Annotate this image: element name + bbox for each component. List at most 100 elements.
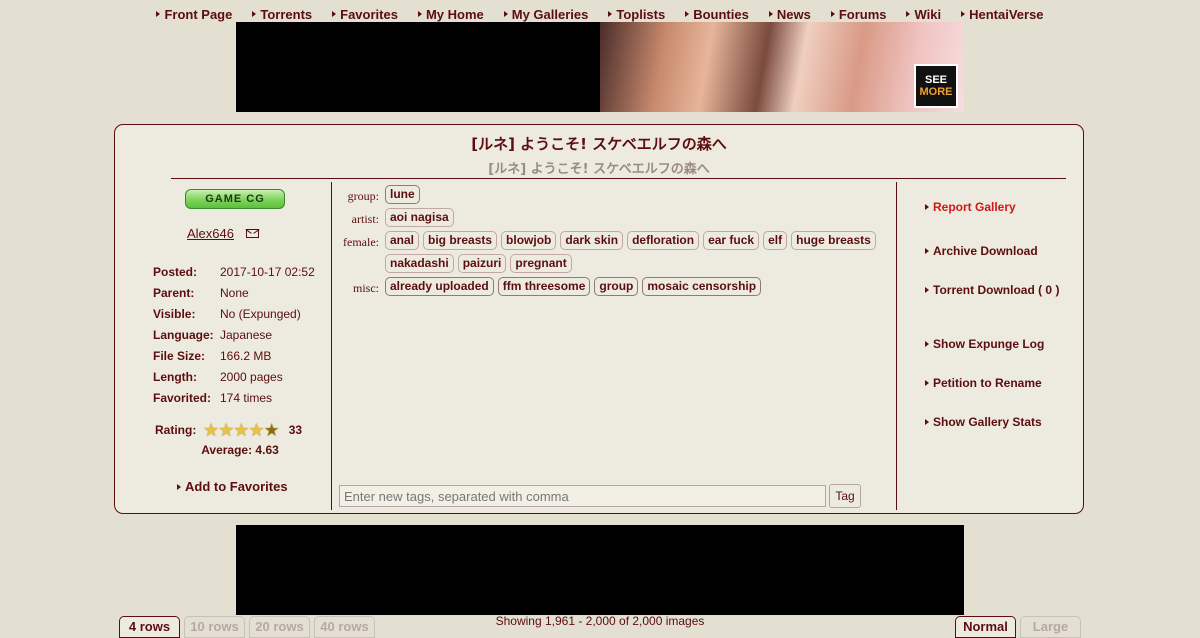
nav-label: Wiki — [914, 6, 942, 22]
tag-item[interactable]: mosaic censorship — [642, 277, 762, 296]
meta-key: Posted: — [153, 264, 198, 279]
rating-count: 33 — [288, 423, 303, 437]
triangle-right-icon — [608, 11, 613, 17]
tag-item[interactable]: lune — [385, 185, 420, 204]
nav-label: Front Page — [164, 6, 233, 22]
tag-items: lune — [385, 185, 885, 204]
title-divider — [171, 178, 1066, 179]
star-icon[interactable]: ★ — [233, 421, 249, 439]
gallery-panel: [ルネ] ようこそ! スケベエルフの森へ [ルネ] ようこそ! スケベエルフの森… — [114, 124, 1084, 514]
meta-value: 2017-10-17 02:52 — [220, 264, 315, 279]
archive-download-link[interactable]: Archive Download — [925, 244, 1038, 258]
meta-value: None — [220, 285, 249, 300]
ad-image — [600, 22, 964, 112]
thumb-large-button[interactable]: Large — [1020, 616, 1081, 638]
tag-item[interactable]: dark skin — [560, 231, 624, 250]
nav-label: Toplists — [616, 6, 666, 22]
ad-banner-top[interactable]: SEE MORE — [236, 22, 964, 112]
column-divider-right — [896, 182, 897, 510]
tag-list: group: lune artist: aoi nagisa female: anal bi… — [337, 185, 897, 300]
report-gallery-link[interactable]: Report Gallery — [925, 200, 1016, 214]
tag-item[interactable]: elf — [763, 231, 788, 250]
nav-bounties[interactable]: Bounties — [685, 7, 749, 22]
add-to-favorites-label: Add to Favorites — [185, 479, 288, 494]
triangle-right-icon — [830, 11, 835, 17]
nav-label: Forums — [838, 6, 887, 22]
nav-my-galleries[interactable]: My Galleries — [503, 7, 588, 22]
action-label: Show Expunge Log — [933, 337, 1045, 351]
tag-items: aoi nagisa — [385, 208, 885, 227]
nav-toplists[interactable]: Toplists — [608, 7, 665, 22]
category-badge[interactable]: GAME CG — [185, 189, 285, 209]
tag-item[interactable]: anal — [385, 231, 420, 250]
tag-item[interactable]: ear fuck — [703, 231, 760, 250]
envelope-icon[interactable] — [245, 229, 259, 238]
star-icon[interactable]: ★ — [264, 421, 280, 439]
star-icon[interactable]: ★ — [248, 421, 264, 439]
see-more-badge[interactable]: SEE MORE — [914, 64, 958, 108]
meta-value: Japanese — [220, 327, 273, 342]
tag-row: female: anal big breasts blowjob dark skin de… — [337, 231, 897, 273]
uploader-link[interactable]: Alex646 — [187, 226, 234, 241]
gallery-title: [ルネ] ようこそ! スケベエルフの森へ — [471, 135, 727, 153]
thumb-normal-button[interactable]: Normal — [955, 616, 1016, 638]
tag-item[interactable]: defloration — [627, 231, 700, 250]
nav-news[interactable]: News — [768, 7, 811, 22]
star-icon[interactable]: ★ — [218, 421, 234, 439]
tag-namespace: misc: — [353, 281, 379, 295]
tag-item[interactable]: pregnant — [510, 254, 572, 273]
tag-namespace: group: — [347, 189, 379, 203]
new-tags-input[interactable] — [339, 485, 826, 507]
meta-key: Visible: — [153, 306, 196, 321]
rating-average: Average: 4.63 — [201, 443, 279, 457]
tag-row: artist: aoi nagisa — [337, 208, 897, 227]
tag-item[interactable]: big breasts — [423, 231, 498, 250]
nav-front-page[interactable]: Front Page — [156, 7, 232, 22]
tag-item[interactable]: aoi nagisa — [385, 208, 454, 227]
torrent-download-link[interactable]: Torrent Download ( 0 ) — [925, 283, 1059, 297]
triangle-right-icon — [925, 419, 929, 425]
rating-label: Rating: — [155, 423, 197, 437]
tag-submit-button[interactable]: Tag — [829, 484, 861, 508]
uploader-line: Alex646 — [115, 226, 331, 241]
triangle-right-icon — [925, 341, 929, 347]
add-to-favorites-button[interactable]: Add to Favorites — [177, 479, 288, 494]
triangle-right-icon — [177, 483, 181, 490]
column-divider-left — [331, 182, 332, 510]
see-more-line1: SEE — [924, 74, 947, 86]
gallery-info-column: GAME CG Alex646 Posted: 2017-10-17 02:52 … — [115, 181, 331, 511]
nav-label: Favorites — [340, 6, 398, 22]
nav-forums[interactable]: Forums — [830, 6, 887, 22]
show-expunge-log-link[interactable]: Show Expunge Log — [925, 337, 1044, 351]
tag-item[interactable]: paizuri — [457, 254, 507, 273]
tag-namespace: female: — [343, 235, 379, 249]
star-icon[interactable]: ★ — [203, 421, 219, 439]
tag-item[interactable]: already uploaded — [385, 277, 494, 296]
meta-row-favorited: Favorited: 174 times — [153, 387, 315, 408]
tag-item[interactable]: blowjob — [501, 231, 557, 250]
tag-item[interactable]: group — [594, 277, 639, 296]
tag-row: group: lune — [337, 185, 897, 204]
tag-item[interactable]: nakadashi — [385, 254, 454, 273]
meta-value: 166.2 MB — [220, 348, 272, 363]
nav-my-home[interactable]: My Home — [417, 7, 484, 22]
nav-wiki[interactable]: Wiki — [906, 7, 941, 22]
nav-label: Torrents — [260, 6, 313, 22]
rating-stars[interactable]: ★ ★ ★ ★ ★ — [203, 421, 280, 439]
petition-to-rename-link[interactable]: Petition to Rename — [925, 376, 1042, 390]
gallery-title-japanese: [ルネ] ようこそ! スケベエルフの森へ — [488, 162, 710, 177]
ad-banner-bottom[interactable] — [236, 525, 964, 615]
meta-key: Favorited: — [153, 390, 212, 405]
show-gallery-stats-link[interactable]: Show Gallery Stats — [925, 415, 1042, 429]
tag-item[interactable]: huge breasts — [791, 231, 876, 250]
nav-torrents[interactable]: Torrents — [252, 7, 312, 22]
nav-hentaiverse[interactable]: HentaiVerse — [961, 7, 1044, 22]
nav-favorites[interactable]: Favorites — [332, 7, 398, 22]
action-label: Report Gallery — [933, 200, 1016, 214]
tag-namespace: artist: — [351, 212, 379, 226]
meta-key: File Size: — [153, 348, 206, 363]
tag-item[interactable]: ffm threesome — [497, 277, 591, 296]
meta-key: Parent: — [153, 285, 195, 300]
triangle-right-icon — [925, 380, 929, 386]
meta-key: Language: — [153, 327, 214, 342]
